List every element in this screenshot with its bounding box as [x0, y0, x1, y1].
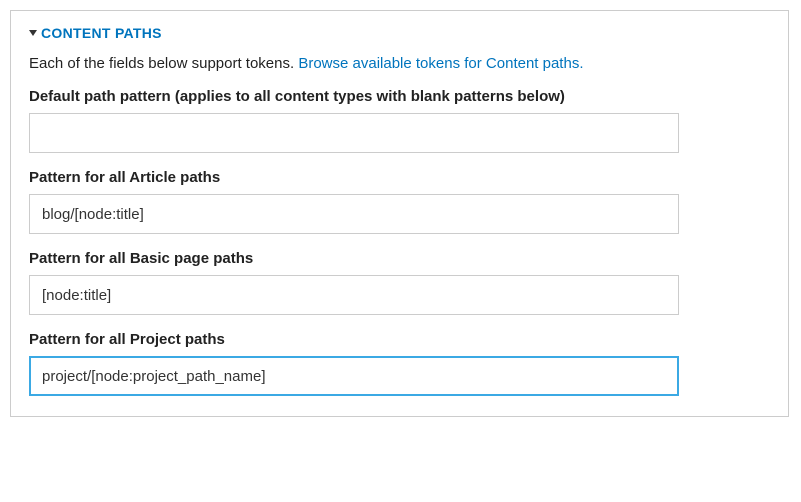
field-article-pattern: Pattern for all Article paths — [29, 169, 770, 234]
default-pattern-input[interactable] — [29, 113, 679, 153]
content-paths-panel: CONTENT PATHS Each of the fields below s… — [10, 10, 789, 417]
basic-page-pattern-label: Pattern for all Basic page paths — [29, 250, 770, 267]
basic-page-pattern-input[interactable] — [29, 275, 679, 315]
article-pattern-label: Pattern for all Article paths — [29, 169, 770, 186]
field-basic-page-pattern: Pattern for all Basic page paths — [29, 250, 770, 315]
caret-down-icon — [29, 30, 37, 36]
intro-prefix: Each of the fields below support tokens. — [29, 55, 298, 72]
intro-text: Each of the fields below support tokens.… — [29, 55, 770, 72]
article-pattern-input[interactable] — [29, 194, 679, 234]
project-pattern-input[interactable] — [29, 356, 679, 396]
field-project-pattern: Pattern for all Project paths — [29, 331, 770, 396]
default-pattern-label: Default path pattern (applies to all con… — [29, 88, 770, 105]
project-pattern-label: Pattern for all Project paths — [29, 331, 770, 348]
panel-header[interactable]: CONTENT PATHS — [29, 25, 770, 41]
browse-tokens-link[interactable]: Browse available tokens for Content path… — [298, 55, 583, 72]
panel-title: CONTENT PATHS — [41, 25, 162, 41]
field-default-pattern: Default path pattern (applies to all con… — [29, 88, 770, 153]
